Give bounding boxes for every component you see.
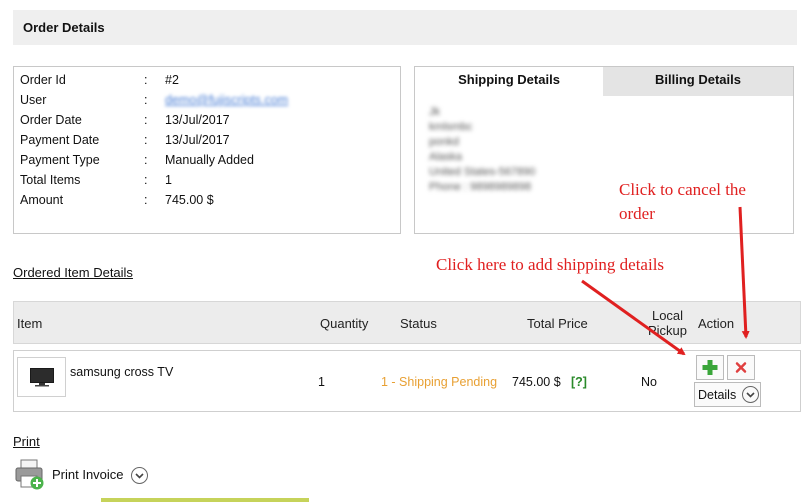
green-button-edge[interactable] bbox=[101, 498, 309, 502]
printer-icon[interactable] bbox=[13, 458, 47, 492]
print-section-link[interactable]: Print bbox=[13, 434, 40, 449]
cancel-arrow bbox=[738, 206, 750, 339]
shipping-arrow bbox=[581, 279, 686, 356]
chevron-down-icon[interactable] bbox=[131, 467, 148, 484]
print-invoice-label[interactable]: Print Invoice bbox=[52, 467, 124, 482]
annotation-arrows bbox=[581, 206, 750, 356]
